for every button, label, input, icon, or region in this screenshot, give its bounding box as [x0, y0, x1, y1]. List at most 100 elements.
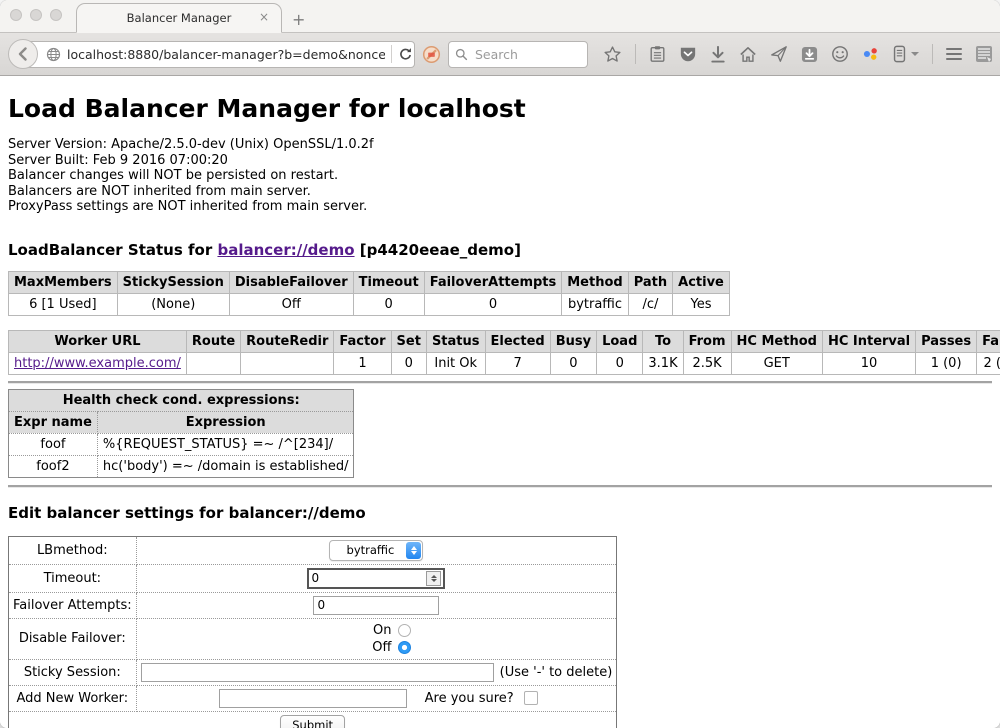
adblock-icon[interactable]	[422, 45, 441, 64]
url-text[interactable]: localhost:8880/balancer-manager?b=demo&n…	[67, 47, 385, 62]
lbmethod-select[interactable]: bytraffic	[329, 540, 423, 561]
table-row: foof %{REQUEST_STATUS} =~ /^[234]/	[9, 433, 354, 455]
radio-on-unchecked[interactable]	[398, 624, 411, 637]
navigation-toolbar: localhost:8880/balancer-manager?b=demo&n…	[0, 33, 1000, 76]
worker-url-link[interactable]: http://www.example.com/	[14, 356, 181, 371]
radio-off-checked[interactable]	[398, 641, 411, 654]
page-title: Load Balancer Manager for localhost	[8, 94, 992, 123]
search-bar[interactable]	[448, 41, 588, 68]
submit-button[interactable]: Submit	[280, 715, 345, 728]
close-window-button[interactable]	[10, 9, 22, 21]
notice-line: Balancers are NOT inherited from main se…	[8, 184, 992, 200]
reload-icon[interactable]	[398, 47, 413, 62]
table-header-row: Expr name Expression	[9, 411, 354, 433]
add-worker-label: Add New Worker:	[9, 685, 137, 711]
col-header: Route	[186, 330, 240, 352]
cell-stickysession: (None)	[117, 293, 229, 315]
overflow-caret-icon[interactable]	[911, 52, 919, 56]
edit-settings-heading: Edit balancer settings for balancer://de…	[8, 504, 992, 522]
col-header: StickySession	[117, 271, 229, 293]
notes-extension-icon[interactable]	[893, 45, 906, 63]
cell-hc-interval: 10	[822, 352, 915, 374]
table-header-row: MaxMembers StickySession DisableFailover…	[9, 271, 730, 293]
new-tab-button[interactable]: +	[292, 12, 305, 28]
cell-method: bytraffic	[562, 293, 628, 315]
sticky-session-input[interactable]	[141, 663, 494, 682]
cell-load: 0	[597, 352, 643, 374]
failover-attempts-label: Failover Attempts:	[9, 592, 137, 618]
extension-download-icon[interactable]	[801, 46, 818, 63]
server-version-line: Server Version: Apache/2.5.0-dev (Unix) …	[8, 137, 992, 153]
divider	[8, 381, 992, 384]
col-header: Elected	[485, 330, 550, 352]
cell-timeout: 0	[353, 293, 424, 315]
cell-expr-name: foof2	[9, 455, 98, 477]
tab-close-icon[interactable]: ×	[259, 10, 269, 24]
screenshot-grid-icon[interactable]	[975, 45, 993, 63]
col-header: From	[683, 330, 731, 352]
home-icon[interactable]	[739, 46, 757, 63]
disable-failover-on-option[interactable]: On	[341, 622, 411, 639]
reading-list-icon[interactable]	[649, 45, 666, 63]
minimize-window-button[interactable]	[30, 9, 42, 21]
divider	[8, 485, 992, 488]
pocket-icon[interactable]	[679, 46, 697, 63]
toolbar-divider	[635, 44, 636, 64]
cell-passes: 1 (0)	[916, 352, 977, 374]
add-worker-input[interactable]	[219, 689, 407, 708]
col-header: FailoverAttempts	[424, 271, 562, 293]
download-icon[interactable]	[710, 46, 726, 63]
cell-status: Init Ok	[426, 352, 485, 374]
cell-elected: 7	[485, 352, 550, 374]
worker-table: Worker URL Route RouteRedir Factor Set S…	[8, 330, 1000, 375]
back-button[interactable]	[8, 39, 38, 69]
url-divider	[391, 45, 392, 63]
menu-icon[interactable]	[946, 45, 962, 63]
send-plane-icon[interactable]	[770, 45, 788, 63]
lbmethod-label: LBmethod:	[9, 536, 137, 564]
cell-expression: hc('body') =~ /domain is established/	[97, 455, 354, 477]
number-spinner-icon[interactable]	[426, 571, 441, 586]
cell-expr-name: foof	[9, 433, 98, 455]
col-header: Passes	[916, 330, 977, 352]
col-header: Worker URL	[9, 330, 187, 352]
disable-failover-off-option[interactable]: Off	[341, 639, 411, 656]
window-controls	[10, 9, 62, 21]
cell-set: 0	[391, 352, 426, 374]
cell-routeredir	[241, 352, 334, 374]
col-header: Expression	[97, 411, 354, 433]
col-header: Method	[562, 271, 628, 293]
zoom-window-button[interactable]	[50, 9, 62, 21]
col-header: Factor	[334, 330, 391, 352]
form-row-timeout: Timeout:	[9, 564, 617, 592]
table-row: foof2 hc('body') =~ /domain is establish…	[9, 455, 354, 477]
balancer-demo-link[interactable]: balancer://demo	[217, 241, 354, 259]
toolbar-icons	[603, 44, 993, 64]
url-bar[interactable]: localhost:8880/balancer-manager?b=demo&n…	[23, 41, 415, 68]
cell-to: 3.1K	[643, 352, 683, 374]
cell-failoverattempts: 0	[424, 293, 562, 315]
col-header: MaxMembers	[9, 271, 118, 293]
timeout-label: Timeout:	[9, 564, 137, 592]
form-row-add-worker: Add New Worker: Are you sure?	[9, 685, 617, 711]
worker-row: http://www.example.com/ 1 0 Init Ok 7 0 …	[9, 352, 1000, 374]
cell-maxmembers: 6 [1 Used]	[9, 293, 118, 315]
col-header: HC Method	[731, 330, 822, 352]
col-header: Path	[628, 271, 672, 293]
timeout-input[interactable]	[307, 568, 445, 589]
are-you-sure-checkbox[interactable]	[524, 691, 538, 705]
bookmark-star-icon[interactable]	[603, 45, 622, 64]
browser-window: Balancer Manager × + localhost:8880/bala…	[0, 0, 1000, 728]
off-label: Off	[372, 640, 391, 655]
cell-disablefailover: Off	[229, 293, 353, 315]
are-you-sure-label: Are you sure?	[425, 691, 514, 706]
health-check-table: Health check cond. expressions: Expr nam…	[8, 389, 354, 478]
failover-attempts-input[interactable]	[313, 596, 439, 615]
table-row: 6 [1 Used] (None) Off 0 0 bytraffic /c/ …	[9, 293, 730, 315]
tab-balancer-manager[interactable]: Balancer Manager ×	[76, 3, 282, 33]
search-input[interactable]	[473, 46, 577, 63]
notice-line: Balancer changes will NOT be persisted o…	[8, 168, 992, 184]
col-header: Expr name	[9, 411, 98, 433]
feedback-smiley-icon[interactable]	[831, 45, 849, 63]
colored-dots-extension-icon[interactable]	[862, 45, 880, 63]
